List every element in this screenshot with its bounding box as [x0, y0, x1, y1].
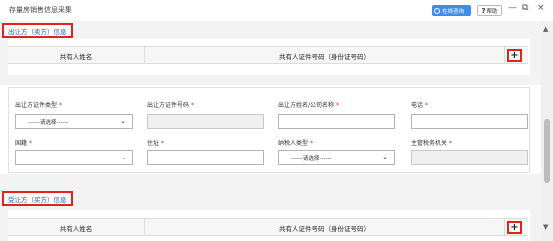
- tax-authority-label: 主管税务机关 *: [411, 140, 453, 147]
- phone-label: 电话 *: [411, 102, 429, 109]
- question-icon: ?: [481, 6, 486, 15]
- online-consult-button[interactable]: 在线咨询: [432, 5, 471, 16]
- seller-col-name: 共有人姓名: [8, 47, 145, 64]
- section-gap: [0, 174, 541, 186]
- taxpayer-type-select[interactable]: ------请选择------ ⌄: [278, 150, 395, 165]
- close-icon[interactable]: ×: [537, 3, 545, 13]
- scroll-down-icon[interactable]: ▼: [543, 223, 548, 231]
- cert-number-label: 出让方证件号码 *: [147, 102, 195, 109]
- buyer-add-button[interactable]: +: [507, 221, 522, 234]
- buyer-card: 共有人姓名 共有人证件号码（身份证号码） +: [8, 210, 530, 241]
- phone-field[interactable]: [411, 114, 528, 129]
- seller-name-label: 出让方姓名/公司名称 *: [278, 102, 340, 109]
- chevron-down-icon: ⌄: [120, 117, 126, 125]
- tax-authority-field: [411, 150, 528, 165]
- help-label: 帮助: [486, 8, 498, 15]
- seller-col-id: 共有人证件号码（身份证号码）: [145, 47, 505, 64]
- taxpayer-type-label: 纳税人类型 *: [278, 140, 314, 147]
- minimize-icon[interactable]: —: [508, 3, 517, 13]
- seller-add-button[interactable]: +: [507, 49, 522, 62]
- cert-type-select[interactable]: ------请选择------ ⌄: [15, 114, 133, 129]
- scroll-up-icon[interactable]: ▲: [543, 25, 548, 33]
- buyer-col-id: 共有人证件号码（身份证号码）: [145, 219, 505, 236]
- window-titlebar: 存量房销售信息采集 在线咨询 ? 帮助 — ⧉ ×: [0, 0, 553, 21]
- help-button[interactable]: ? 帮助: [477, 5, 502, 16]
- chevron-down-icon: ⌄: [121, 155, 126, 161]
- address-field[interactable]: [147, 150, 264, 165]
- scroll-thumb[interactable]: [544, 119, 550, 183]
- chevron-down-icon: ⌄: [382, 153, 388, 161]
- nationality-label: 国籍 *: [15, 140, 33, 147]
- online-consult-label: 在线咨询: [442, 8, 465, 15]
- cert-type-label: 出让方证件类型 *: [15, 102, 63, 109]
- cert-number-field: [147, 114, 264, 129]
- section-gap: [0, 75, 541, 85]
- seller-section-title: 出让方（卖方）信息: [2, 23, 73, 38]
- buyer-table-header: 共有人姓名 共有人证件号码（身份证号码） +: [8, 218, 528, 236]
- nationality-select[interactable]: ⌄: [15, 150, 133, 165]
- seller-section: 共有人姓名 共有人证件号码（身份证号码） + 出让方（卖方）信息: [0, 21, 541, 75]
- seller-name-field[interactable]: [278, 114, 395, 129]
- restore-icon[interactable]: ⧉: [522, 3, 528, 13]
- buyer-section: 共有人姓名 共有人证件号码（身份证号码） + 受让方（买方）信息: [0, 186, 541, 241]
- address-label: 住址 *: [147, 140, 165, 147]
- buyer-section-title: 受让方（买方）信息: [2, 191, 73, 206]
- vertical-scrollbar[interactable]: ▲ ▼: [541, 21, 553, 241]
- seller-card: 共有人姓名 共有人证件号码（身份证号码） +: [8, 39, 530, 75]
- seller-table-header: 共有人姓名 共有人证件号码（身份证号码） +: [8, 46, 528, 64]
- window-title: 存量房销售信息采集: [9, 6, 72, 14]
- seller-form: 出让方证件类型 * ------请选择------ ⌄ 出让方证件号码 * 出让方姓…: [8, 87, 530, 173]
- buyer-col-name: 共有人姓名: [8, 219, 145, 236]
- chat-icon: [434, 7, 440, 14]
